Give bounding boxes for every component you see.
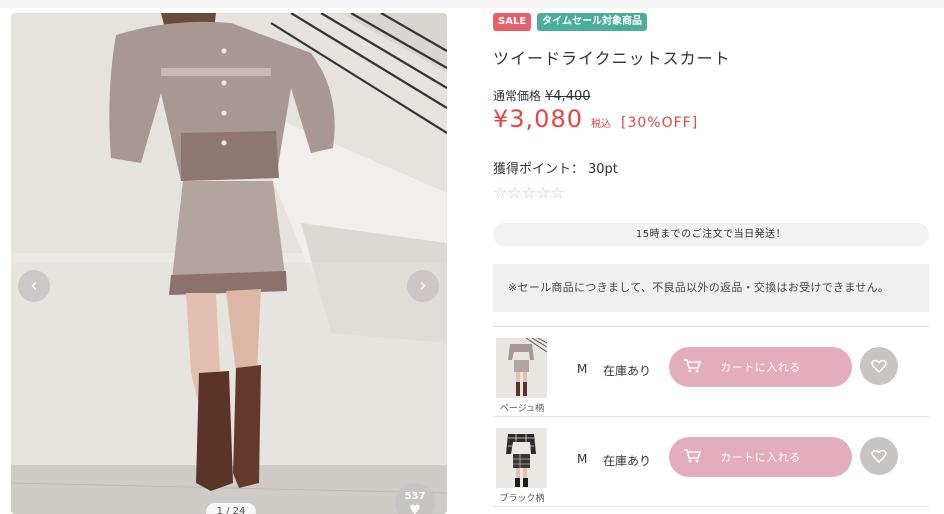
- add-to-cart-label: カートに入れる: [720, 451, 801, 464]
- rating-stars-icon[interactable]: ☆☆☆☆☆: [493, 183, 565, 202]
- regular-price: ¥4,400: [545, 89, 591, 104]
- badge-row: SALE タイムセール対象商品: [493, 13, 929, 31]
- variant-stock: 在庫あり: [603, 454, 652, 468]
- product-photo: [11, 13, 447, 514]
- sale-price-row: ¥3,080 税込 [30%OFF]: [493, 105, 698, 133]
- variant-thumbnail[interactable]: [496, 338, 547, 398]
- sale-badge: SALE: [493, 13, 532, 31]
- product-info: SALE タイムセール対象商品 ツイードライクニットスカート 通常価格 ¥4,40…: [493, 13, 929, 507]
- discount-label: [30%OFF]: [620, 115, 699, 131]
- time-sale-badge: タイムセール対象商品: [537, 13, 647, 31]
- heart-icon: ♥: [409, 503, 421, 514]
- points-value: 30pt: [588, 162, 618, 177]
- add-to-cart-label: カートに入れる: [720, 361, 801, 374]
- favorite-count: 537: [404, 491, 426, 502]
- points-label: 獲得ポイント：: [493, 162, 585, 177]
- top-divider: [0, 0, 944, 8]
- product-title: ツイードライクニットスカート: [493, 49, 731, 68]
- add-to-cart-button[interactable]: カートに入れる: [669, 347, 852, 387]
- regular-price-label: 通常価格: [493, 89, 542, 103]
- return-policy-notice: ※セール商品につきまして、不良品以外の返品・交換はお受けできません。: [493, 264, 929, 312]
- image-counter: 1 / 24: [206, 503, 256, 514]
- points-row: 獲得ポイント： 30pt: [493, 158, 618, 177]
- regular-price-row: 通常価格 ¥4,400: [493, 87, 591, 104]
- chevron-right-icon: ›: [419, 275, 427, 296]
- chevron-left-icon: ‹: [30, 275, 38, 296]
- variant-size: M: [577, 452, 588, 466]
- favorite-button[interactable]: [860, 347, 898, 385]
- variant-row: ベージュ柄 M 在庫あり カートに入れる: [493, 327, 929, 417]
- product-image-gallery[interactable]: ‹ › 1 / 24 537 ♥: [11, 13, 447, 514]
- favorite-button[interactable]: [860, 437, 898, 475]
- tax-label: 税込: [590, 119, 611, 130]
- shipping-note: 15時までのご注文で当日発送！: [493, 223, 929, 246]
- variant-thumbnail[interactable]: [496, 428, 547, 488]
- variant-stock: 在庫あり: [603, 364, 652, 378]
- gallery-prev-button[interactable]: ‹: [18, 270, 50, 302]
- variant-color-label: ベージュ柄: [499, 404, 545, 414]
- heart-icon: [871, 359, 887, 373]
- variant-row: ブラック柄 M 在庫あり カートに入れる: [493, 417, 929, 507]
- gallery-next-button[interactable]: ›: [407, 270, 439, 302]
- variant-color-label: ブラック柄: [499, 494, 545, 504]
- heart-icon: [871, 449, 887, 463]
- add-to-cart-button[interactable]: カートに入れる: [669, 437, 852, 477]
- variant-list: ベージュ柄 M 在庫あり カートに入れる ブラック柄 M 在庫あり カートに入れ…: [493, 326, 929, 507]
- variant-size: M: [577, 362, 588, 376]
- sale-price: ¥3,080: [493, 105, 583, 133]
